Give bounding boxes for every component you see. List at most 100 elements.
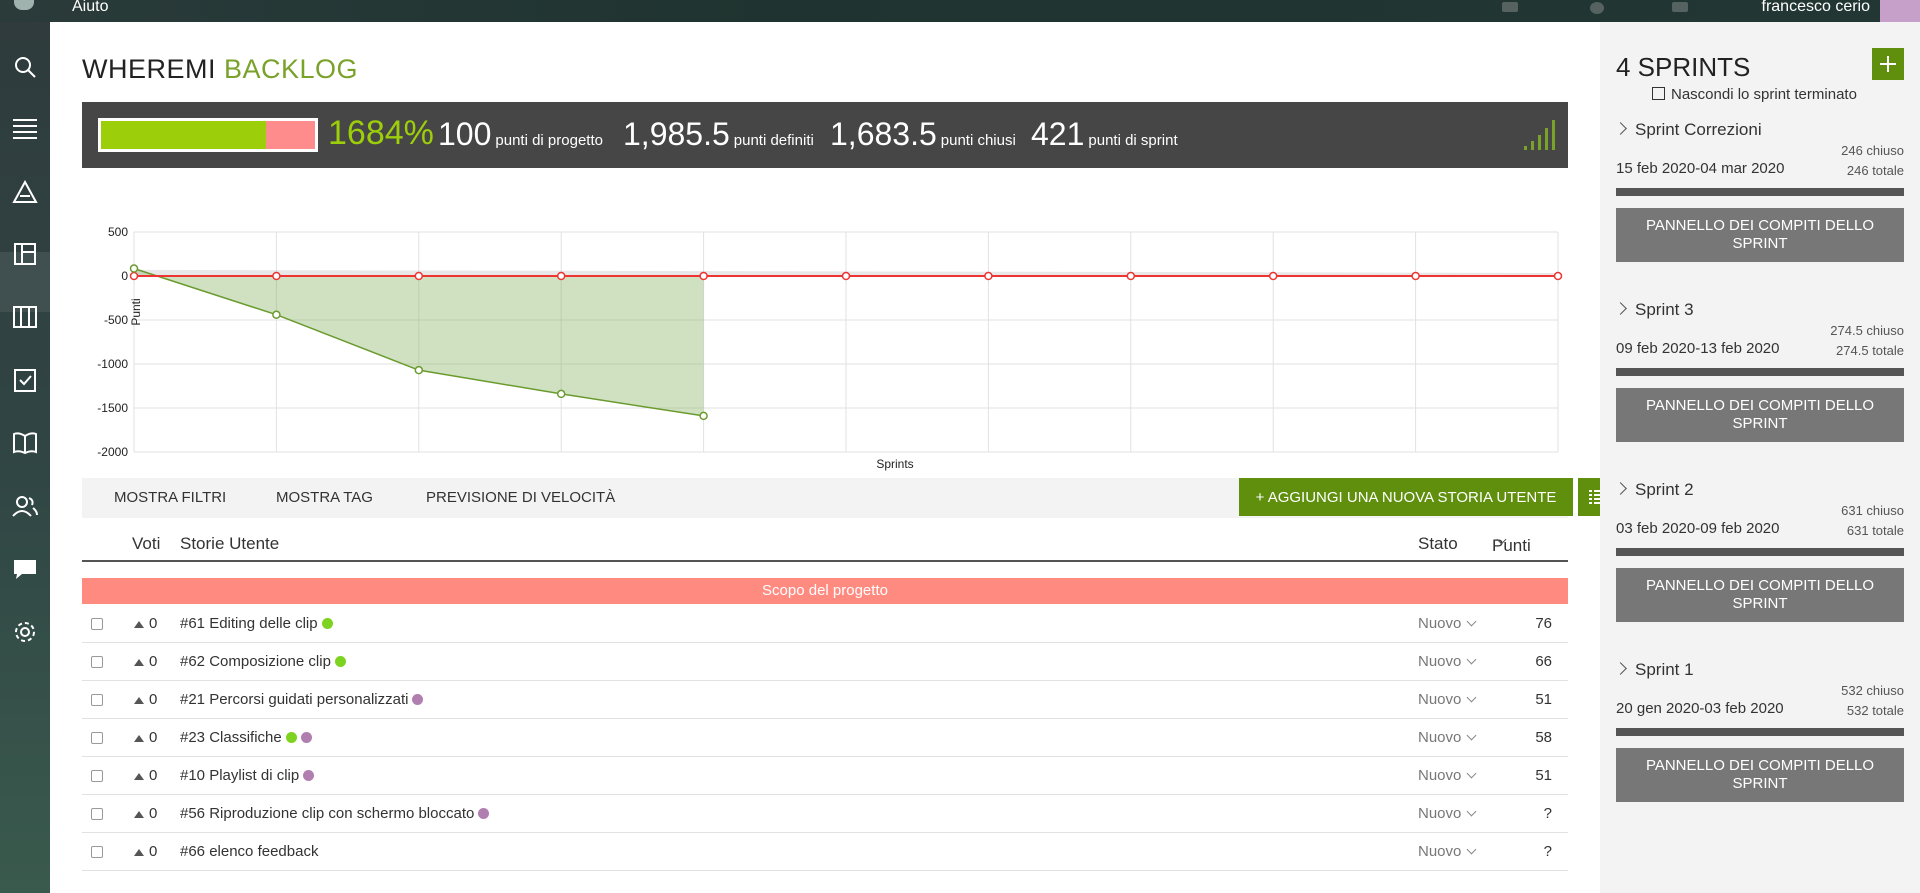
- kanban-icon[interactable]: [11, 303, 39, 331]
- story-subject[interactable]: #23 Classifiche: [180, 729, 312, 746]
- menu-icon[interactable]: [11, 115, 39, 143]
- chart-point-optimal[interactable]: [984, 271, 993, 281]
- chart-point-optimal[interactable]: [272, 271, 281, 281]
- settings-icon[interactable]: [11, 618, 39, 646]
- table-row[interactable]: 0 #61 Editing delle clip Nuovo 76: [82, 605, 1568, 643]
- row-checkbox[interactable]: [91, 656, 103, 668]
- table-row[interactable]: 0 #66 elenco feedback Nuovo ?: [82, 833, 1568, 871]
- story-subject[interactable]: #66 elenco feedback: [180, 843, 318, 860]
- chart-point-real[interactable]: [699, 411, 708, 421]
- status-dropdown[interactable]: Nuovo: [1418, 615, 1477, 632]
- vote-button[interactable]: 0: [134, 653, 157, 670]
- story-subject[interactable]: #56 Riproduzione clip con schermo blocca…: [180, 805, 490, 822]
- chart-point-real[interactable]: [129, 264, 139, 273]
- backlog-icon[interactable]: [11, 240, 39, 268]
- velocity-forecast-button[interactable]: PREVISIONE DI VELOCITÀ: [426, 489, 615, 506]
- chart-point-optimal[interactable]: [699, 271, 708, 281]
- vote-button[interactable]: 0: [134, 767, 157, 784]
- chart-point-optimal[interactable]: [1553, 271, 1563, 281]
- projects-icon[interactable]: [1672, 2, 1688, 12]
- story-subject[interactable]: #10 Playlist di clip: [180, 767, 315, 784]
- row-checkbox[interactable]: [91, 808, 103, 820]
- chart-point-optimal[interactable]: [841, 271, 851, 281]
- epics-icon[interactable]: [11, 178, 39, 206]
- sprint-taskboard-button[interactable]: PANNELLO DEI COMPITI DELLO SPRINT: [1616, 208, 1904, 262]
- chart-point-real[interactable]: [272, 310, 281, 319]
- add-user-story-button[interactable]: + AGGIUNGI UNA NUOVA STORIA UTENTE: [1239, 478, 1573, 516]
- status-dropdown[interactable]: Nuovo: [1418, 805, 1477, 822]
- sprint-total-points: 274.5 totale: [1836, 343, 1904, 358]
- story-points[interactable]: 51: [1535, 767, 1552, 784]
- show-filters-button[interactable]: MOSTRA FILTRI: [114, 489, 226, 506]
- chart-point-optimal[interactable]: [1411, 271, 1420, 281]
- story-points[interactable]: ?: [1544, 843, 1552, 860]
- story-points[interactable]: 66: [1535, 653, 1552, 670]
- vote-button[interactable]: 0: [134, 615, 157, 632]
- status-dropdown[interactable]: Nuovo: [1418, 843, 1477, 860]
- status-dropdown[interactable]: Nuovo: [1418, 653, 1477, 670]
- team-icon[interactable]: [11, 492, 39, 520]
- story-subject[interactable]: #21 Percorsi guidati personalizzati: [180, 691, 424, 708]
- sprint-name[interactable]: Sprint 1: [1614, 660, 1694, 680]
- sprint-taskboard-button[interactable]: PANNELLO DEI COMPITI DELLO SPRINT: [1616, 388, 1904, 442]
- chart-point-optimal[interactable]: [556, 271, 566, 281]
- project-name: WHEREMI: [82, 54, 216, 84]
- user-name[interactable]: francesco cerio: [1762, 0, 1871, 16]
- table-row[interactable]: 0 #62 Composizione clip Nuovo 66: [82, 643, 1568, 681]
- row-checkbox[interactable]: [91, 732, 103, 744]
- row-checkbox[interactable]: [91, 694, 103, 706]
- status-dropdown[interactable]: Nuovo: [1418, 691, 1477, 708]
- story-title: #61 Editing delle clip: [180, 615, 318, 632]
- table-row[interactable]: 0 #23 Classifiche Nuovo 58: [82, 719, 1568, 757]
- chat-icon[interactable]: [11, 555, 39, 583]
- chart-point-real[interactable]: [414, 365, 424, 375]
- help-link[interactable]: Aiuto: [72, 0, 108, 16]
- add-sprint-button[interactable]: [1872, 48, 1904, 80]
- story-subject[interactable]: #62 Composizione clip: [180, 653, 346, 670]
- table-row[interactable]: 0 #56 Riproduzione clip con schermo bloc…: [82, 795, 1568, 833]
- chart-point-optimal[interactable]: [414, 271, 424, 281]
- wiki-icon[interactable]: [11, 429, 39, 457]
- sprint-taskboard-button[interactable]: PANNELLO DEI COMPITI DELLO SPRINT: [1616, 568, 1904, 622]
- sprint-taskboard-button[interactable]: PANNELLO DEI COMPITI DELLO SPRINT: [1616, 748, 1904, 802]
- avatar[interactable]: [1880, 0, 1920, 22]
- search-icon[interactable]: [11, 53, 39, 81]
- show-tags-button[interactable]: MOSTRA TAG: [276, 489, 373, 506]
- story-subject[interactable]: #61 Editing delle clip: [180, 615, 333, 632]
- logo-icon[interactable]: [14, 0, 34, 10]
- sprint-name[interactable]: Sprint 2: [1614, 480, 1694, 500]
- sidebar: [0, 22, 50, 893]
- chart-point-real[interactable]: [556, 389, 566, 399]
- vote-button[interactable]: 0: [134, 843, 157, 860]
- col-status[interactable]: Stato: [1418, 534, 1458, 554]
- story-points[interactable]: ?: [1544, 805, 1552, 822]
- story-points[interactable]: 51: [1535, 691, 1552, 708]
- chart-point-optimal[interactable]: [129, 271, 139, 281]
- vote-button[interactable]: 0: [134, 691, 157, 708]
- table-row[interactable]: 0 #21 Percorsi guidati personalizzati Nu…: [82, 681, 1568, 719]
- story-points[interactable]: 76: [1535, 615, 1552, 632]
- chevron-down-icon: [1466, 730, 1477, 741]
- story-points[interactable]: 58: [1535, 729, 1552, 746]
- sprint-name[interactable]: Sprint 3: [1614, 300, 1694, 320]
- chart-point-optimal[interactable]: [1126, 271, 1136, 281]
- row-checkbox[interactable]: [91, 770, 103, 782]
- tag-dot: [478, 808, 490, 819]
- sprint-name[interactable]: Sprint Correzioni: [1614, 120, 1762, 140]
- issues-icon[interactable]: [11, 366, 39, 394]
- vote-button[interactable]: 0: [134, 729, 157, 746]
- hide-closed-sprints-link[interactable]: Nascondi lo sprint terminato: [1652, 86, 1857, 103]
- vote-button[interactable]: 0: [134, 805, 157, 822]
- status-dropdown[interactable]: Nuovo: [1418, 767, 1477, 784]
- sprint-name-label: Sprint 1: [1635, 660, 1694, 679]
- chart-toggle-icon[interactable]: [1522, 118, 1556, 152]
- table-row[interactable]: 0 #10 Playlist di clip Nuovo 51: [82, 757, 1568, 795]
- sprint-dates: 20 gen 2020-03 feb 2020: [1616, 700, 1784, 717]
- col-votes[interactable]: Voti: [132, 534, 160, 554]
- apps-icon[interactable]: [1502, 2, 1518, 12]
- chart-point-optimal[interactable]: [1268, 271, 1278, 281]
- row-checkbox[interactable]: [91, 846, 103, 858]
- status-dropdown[interactable]: Nuovo: [1418, 729, 1477, 746]
- notifications-icon[interactable]: [1590, 2, 1604, 14]
- row-checkbox[interactable]: [91, 618, 103, 630]
